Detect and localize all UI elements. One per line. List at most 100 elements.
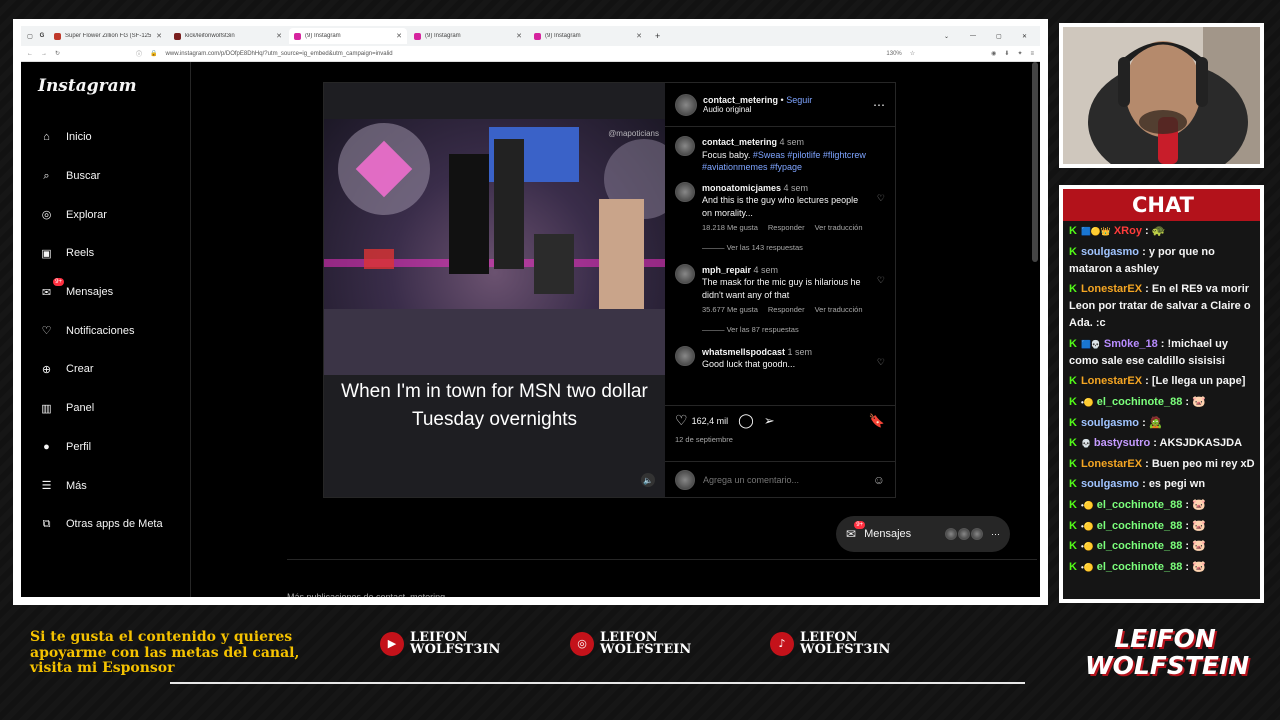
- save-icon[interactable]: 🔖: [869, 413, 885, 429]
- audio-label[interactable]: Audio original: [703, 105, 867, 114]
- translate-button[interactable]: Ver traducción: [815, 304, 863, 317]
- chat-text: AKSJDKASJDA: [1159, 437, 1243, 450]
- forward-icon[interactable]: →: [41, 51, 47, 57]
- messages-pill-label: Mensajes: [864, 528, 912, 540]
- tab-close-icon[interactable]: ✕: [156, 32, 162, 40]
- author-avatar-small[interactable]: [675, 136, 695, 156]
- browser-tab[interactable]: Super Flower Zillion FG (SF-125 ✕: [49, 28, 167, 44]
- chrome-g-icon[interactable]: G: [37, 33, 47, 39]
- chat-text: [Le llega un pape]: [1151, 375, 1246, 388]
- chat-username[interactable]: el_cochinote_88: [1097, 540, 1183, 552]
- chat-username[interactable]: el_cochinote_88: [1097, 396, 1183, 408]
- view-replies-button[interactable]: Ver las 87 respuestas: [727, 325, 799, 334]
- browser-tab[interactable]: kick/leifonwolfst3in ✕: [169, 28, 287, 44]
- chat-username[interactable]: LonestarEX: [1081, 283, 1142, 295]
- mute-button[interactable]: 🔈: [641, 473, 655, 487]
- comment-like-icon[interactable]: ♡: [877, 192, 885, 235]
- sidebar-item-panel[interactable]: ▥ Panel: [38, 389, 190, 428]
- like-count[interactable]: 162,4 mil: [692, 416, 729, 426]
- messages-pill[interactable]: ✉ 9+ Mensajes ⋯: [836, 516, 1010, 552]
- sidebar-item-explorar[interactable]: ◎ Explorar: [38, 195, 190, 234]
- chat-username[interactable]: soulgasmo: [1081, 246, 1139, 258]
- reload-icon[interactable]: ↻: [55, 50, 60, 57]
- view-replies-button[interactable]: Ver las 143 respuestas: [727, 243, 803, 252]
- instagram-logo[interactable]: Instagram: [38, 76, 190, 96]
- comment-like-icon[interactable]: ♡: [877, 274, 885, 317]
- chat-username[interactable]: el_cochinote_88: [1097, 561, 1183, 573]
- chat-messages: K 🟦🟡👑 XRoy : 🐢 Ksoulgasmo : y por que no ma…: [1069, 223, 1256, 579]
- site-info-icon[interactable]: ⓘ: [136, 49, 142, 58]
- tab-close-icon[interactable]: ✕: [276, 32, 282, 40]
- browser-tab[interactable]: (9) Instagram ✕: [409, 28, 527, 44]
- new-tab-button[interactable]: +: [655, 31, 660, 41]
- chat-username[interactable]: soulgasmo: [1081, 417, 1139, 429]
- sidebar-item-otras-apps-de-meta[interactable]: ⧉ Otras apps de Meta: [38, 505, 190, 544]
- extensions-puzzle-icon[interactable]: ✦: [1017, 50, 1022, 57]
- url-input[interactable]: www.instagram.com/p/DOfpE8DhHq/?utm_sour…: [166, 51, 879, 57]
- commenter-username[interactable]: monoatomicjames: [702, 183, 781, 193]
- reply-button[interactable]: Responder: [768, 222, 805, 235]
- commenter-avatar[interactable]: [675, 345, 695, 366]
- tab-favicon-icon: [54, 32, 61, 40]
- sidebar-item-inicio[interactable]: ⌂ Inicio: [38, 118, 190, 157]
- translate-button[interactable]: Ver traducción: [815, 222, 863, 235]
- chat-username[interactable]: Sm0ke_18: [1104, 338, 1158, 350]
- star-icon[interactable]: ☆: [910, 50, 915, 57]
- share-icon[interactable]: ➢: [764, 413, 775, 429]
- comment-like-icon[interactable]: ♡: [877, 356, 885, 371]
- sidebar-item-mensajes[interactable]: ✉ 9+ Mensajes: [38, 273, 190, 312]
- browser-tab[interactable]: (9) Instagram ✕: [289, 28, 407, 44]
- sidebar-item-reels[interactable]: ▣ Reels: [38, 234, 190, 273]
- sidebar-item-crear[interactable]: ⊕ Crear: [38, 350, 190, 389]
- browser-menu-icon[interactable]: ≡: [1030, 51, 1034, 57]
- minimize-button[interactable]: —: [970, 33, 994, 39]
- sidebar-toggle-icon[interactable]: ▢: [25, 33, 35, 40]
- more-options-icon[interactable]: ⋯: [873, 98, 885, 112]
- like-icon[interactable]: ♡: [675, 412, 688, 429]
- reel-video[interactable]: @mapoticians When I'm in town for MSN tw…: [324, 83, 665, 497]
- tab-close-icon[interactable]: ✕: [636, 32, 642, 40]
- author-username[interactable]: contact_metering: [703, 95, 778, 105]
- notification-badge: 9+: [53, 277, 64, 286]
- page-scrollbar[interactable]: [1032, 62, 1038, 262]
- more-posts-heading[interactable]: Más publicaciones de contact_metering: [287, 559, 1037, 597]
- sidebar-item-buscar[interactable]: ⌕ Buscar: [38, 157, 190, 196]
- sidebar-item-notificaciones[interactable]: ♡ Notificaciones: [38, 311, 190, 350]
- comment-likes[interactable]: 35.677 Me gusta: [702, 304, 758, 317]
- reply-button[interactable]: Responder: [768, 304, 805, 317]
- sidebar-item-m-s[interactable]: ☰ Más: [38, 466, 190, 505]
- emoji-icon[interactable]: ☺: [873, 473, 885, 487]
- downloads-icon[interactable]: ⬇: [1004, 50, 1009, 57]
- commenter-avatar[interactable]: [675, 263, 695, 284]
- chat-username[interactable]: bastysutro: [1094, 437, 1150, 449]
- back-icon[interactable]: ←: [27, 51, 33, 57]
- chat-username[interactable]: el_cochinote_88: [1097, 499, 1183, 511]
- chat-username[interactable]: LonestarEX: [1081, 375, 1142, 387]
- tab-favicon-icon: [294, 32, 301, 40]
- commenter-username[interactable]: whatsmellspodcast: [702, 347, 785, 357]
- follow-button[interactable]: Seguir: [786, 95, 812, 105]
- comment-likes[interactable]: 18.218 Me gusta: [702, 222, 758, 235]
- chat-message: K •🟡 el_cochinote_88 : 🐷: [1069, 497, 1256, 514]
- tab-list-icon[interactable]: ⌄: [944, 33, 968, 40]
- chat-username[interactable]: LonestarEX: [1081, 458, 1142, 470]
- close-window-button[interactable]: ✕: [1022, 33, 1040, 40]
- sidebar-item-perfil[interactable]: ● Perfil: [38, 428, 190, 467]
- comment-text: The mask for the mic guy is hilarious he…: [702, 277, 861, 300]
- chat-username[interactable]: el_cochinote_88: [1097, 520, 1183, 532]
- chat-username[interactable]: soulgasmo: [1081, 478, 1139, 490]
- commenter-username[interactable]: mph_repair: [702, 265, 751, 275]
- chat-username[interactable]: XRoy: [1114, 225, 1142, 237]
- instagram-icon: ◎: [570, 632, 594, 656]
- browser-tab[interactable]: (9) Instagram ✕: [529, 28, 647, 44]
- comment-icon[interactable]: ◯: [738, 412, 754, 429]
- comment-input[interactable]: [703, 474, 865, 485]
- caption-username[interactable]: contact_metering: [702, 137, 777, 147]
- commenter-avatar[interactable]: [675, 181, 695, 202]
- extension-icon[interactable]: ◉: [991, 50, 996, 57]
- tab-close-icon[interactable]: ✕: [516, 32, 522, 40]
- zoom-level[interactable]: 130%: [886, 51, 901, 57]
- author-avatar[interactable]: [675, 93, 697, 116]
- tab-close-icon[interactable]: ✕: [396, 32, 402, 40]
- maximize-button[interactable]: ▢: [996, 33, 1020, 40]
